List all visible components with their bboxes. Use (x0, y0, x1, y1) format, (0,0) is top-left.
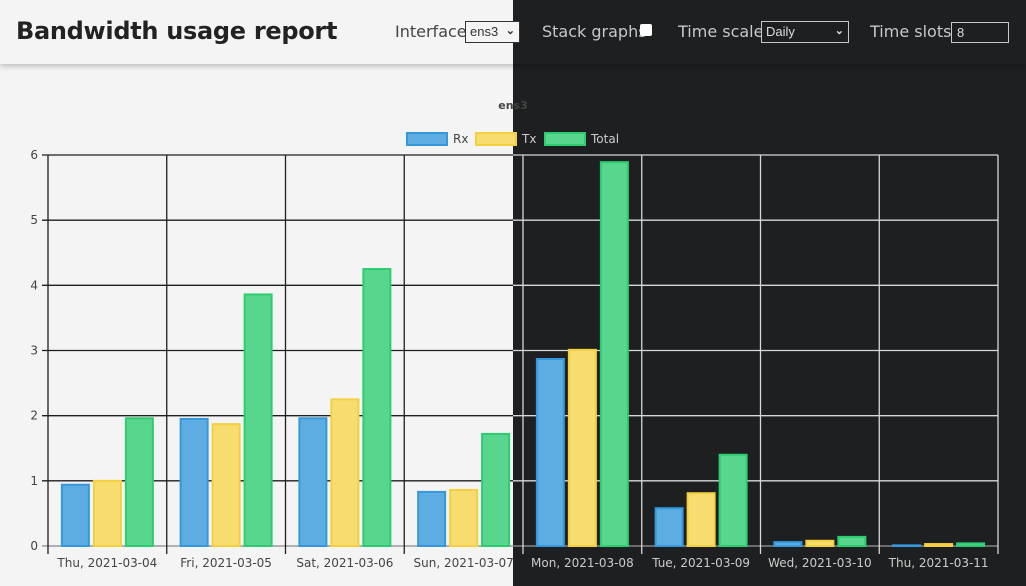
y-tick-label: 6 (30, 148, 38, 162)
interface-select-value: ens3 (470, 24, 499, 39)
bar-tx (805, 539, 835, 547)
bar-rx (298, 417, 328, 548)
bar-tx (686, 492, 716, 547)
bar-total (362, 268, 392, 548)
chart-title: ens3 (498, 99, 528, 112)
y-tick-label: 5 (30, 213, 38, 227)
x-tick-label: Thu, 2021-03-11 (888, 556, 989, 570)
chevron-down-icon: ⌄ (834, 25, 844, 37)
interface-select[interactable]: ens3 ⌄ (465, 21, 520, 43)
bar-rx (535, 357, 565, 548)
legend-label-total: Total (590, 132, 619, 146)
y-tick-label: 0 (30, 539, 38, 553)
bar-tx (449, 488, 479, 547)
y-tick-label: 2 (30, 409, 38, 423)
bar-rx (417, 490, 447, 547)
stack-graphs-checkbox[interactable] (640, 24, 652, 36)
legend-label-rx: Rx (453, 132, 468, 146)
bar-total (956, 542, 986, 548)
y-axis-labels: 0 1 2 3 4 5 6 (30, 148, 38, 553)
bar-tx (567, 348, 597, 547)
y-tick-label: 4 (30, 278, 38, 292)
bar-total (837, 535, 867, 548)
legend-label-tx: Tx (521, 132, 536, 146)
bar-rx (892, 544, 922, 547)
bar-tx (92, 479, 122, 548)
time-slots-label: Time slots: (870, 22, 957, 41)
chart-legend: Rx Tx Total (406, 132, 619, 146)
legend-swatch-total (544, 132, 586, 146)
stack-graphs-label: Stack graphs (542, 22, 647, 41)
x-axis-labels: Thu, 2021-03-04 Fri, 2021-03-05 Sat, 2021-… (56, 556, 988, 570)
bandwidth-chart: ens3 Rx Tx Total Thu, 2021-03-04 Fri, 2021-… (30, 99, 999, 570)
y-tick-label: 3 (30, 344, 38, 358)
time-slots-input[interactable]: 8 (951, 22, 1009, 43)
time-scale-select[interactable]: Daily ⌄ (761, 21, 849, 43)
bar-total (599, 161, 629, 547)
legend-swatch-rx (406, 132, 448, 146)
bar-rx (773, 541, 803, 547)
header-bar: Bandwidth usage report Interface: ens3 ⌄… (0, 0, 1026, 64)
x-tick-label: Wed, 2021-03-10 (768, 556, 872, 570)
x-tick-label: Mon, 2021-03-08 (531, 556, 634, 570)
legend-swatch-tx (475, 132, 517, 146)
chevron-down-icon: ⌄ (505, 25, 515, 37)
x-tick-label: Sat, 2021-03-06 (296, 556, 393, 570)
bar-total (124, 417, 154, 548)
y-tick-label: 1 (30, 474, 38, 488)
bar-total (243, 293, 273, 547)
x-tick-label: Sun, 2021-03-07 (414, 556, 514, 570)
page-title: Bandwidth usage report (16, 17, 338, 45)
bar-rx (654, 507, 684, 548)
bar-tx (330, 398, 360, 547)
x-tick-label: Fri, 2021-03-05 (180, 556, 272, 570)
bar-tx (211, 423, 241, 547)
bar-total (481, 432, 511, 547)
bar-rx (60, 483, 90, 548)
time-scale-select-value: Daily (766, 24, 795, 39)
x-tick-label: Thu, 2021-03-04 (56, 556, 157, 570)
bar-rx (179, 417, 209, 547)
x-tick-label: Tue, 2021-03-09 (651, 556, 750, 570)
interface-label: Interface: (395, 22, 473, 41)
bar-total (718, 453, 748, 547)
time-scale-label: Time scale: (678, 22, 769, 41)
bar-tx (924, 543, 954, 548)
